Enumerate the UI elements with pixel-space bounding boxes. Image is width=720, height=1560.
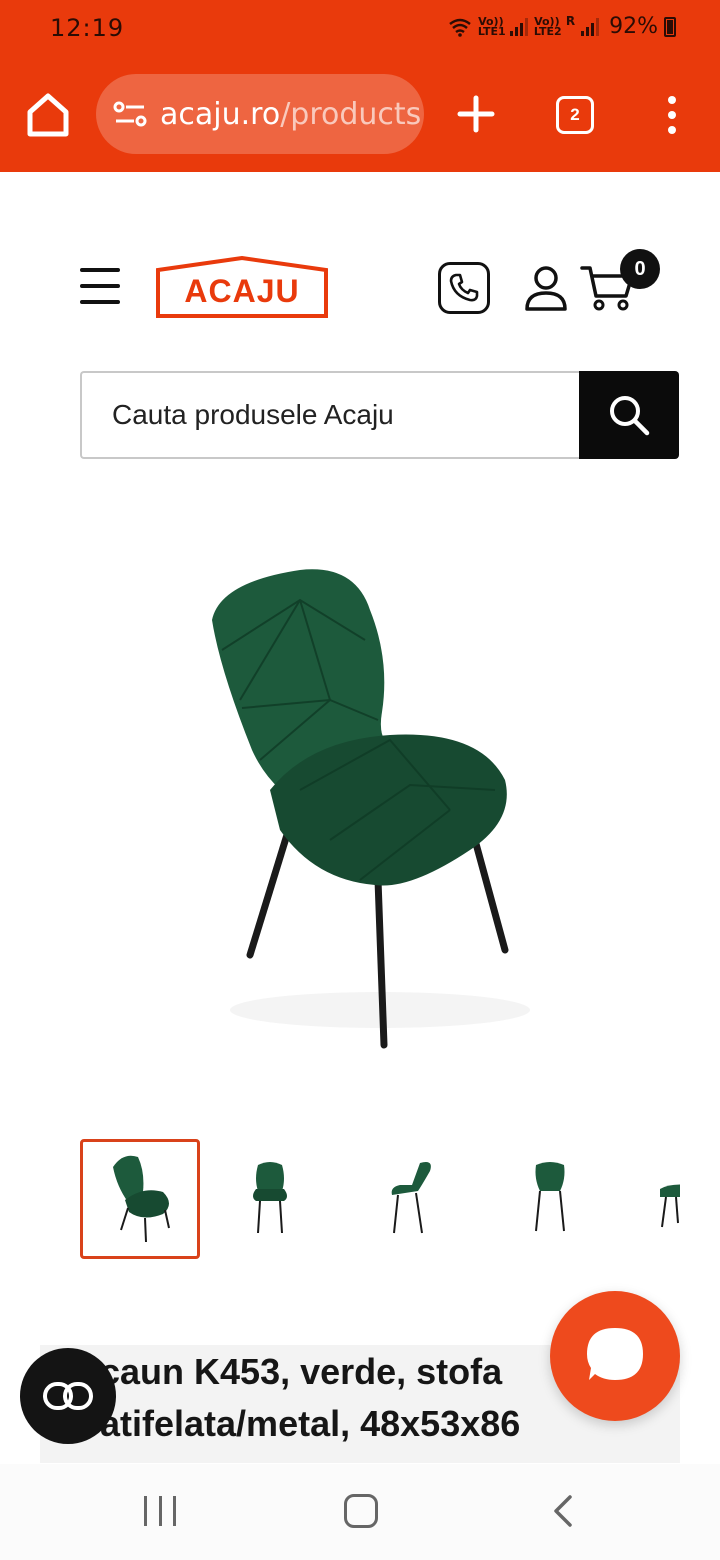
- status-icons: Vo)) LTE1 Vo)) LTE2 R 92%: [448, 14, 676, 39]
- chat-button[interactable]: [550, 1291, 680, 1421]
- tab-switcher-button[interactable]: 2: [556, 96, 594, 134]
- sim2-label: Vo)) LTE2: [533, 14, 562, 38]
- plus-icon: [457, 95, 495, 133]
- cart-count-badge: 0: [620, 249, 660, 289]
- back-button[interactable]: [548, 1494, 578, 1528]
- phone-icon: [449, 273, 479, 302]
- phone-button[interactable]: [438, 262, 490, 314]
- reader-mode-icon: [43, 1382, 93, 1410]
- thumbnail-2[interactable]: [210, 1139, 330, 1259]
- url-host: acaju.ro: [160, 96, 281, 132]
- site-logo[interactable]: ACAJU: [156, 256, 328, 318]
- roaming-indicator: R: [565, 14, 576, 28]
- url-text: acaju.ro/products: [160, 97, 420, 132]
- logo-text: ACAJU: [184, 273, 300, 309]
- status-time: 12:19: [50, 14, 125, 42]
- search-input[interactable]: [80, 371, 580, 459]
- hamburger-icon[interactable]: [80, 268, 120, 304]
- user-icon: [525, 266, 567, 311]
- thumbnail-5[interactable]: [630, 1139, 680, 1259]
- sim1-label: Vo)) LTE1: [477, 14, 506, 38]
- url-path: /products: [280, 96, 420, 132]
- product-main-image[interactable]: [150, 540, 570, 1080]
- battery-percent: 92%: [609, 14, 658, 39]
- thumbnail-3[interactable]: [350, 1139, 470, 1259]
- home-icon: [27, 93, 69, 137]
- system-home-button[interactable]: [344, 1494, 378, 1528]
- reader-mode-button[interactable]: [20, 1348, 116, 1444]
- address-bar[interactable]: acaju.ro/products: [96, 74, 424, 154]
- browser-home-button[interactable]: [22, 90, 74, 140]
- thumbnail-1[interactable]: [80, 1139, 200, 1259]
- search-button[interactable]: [579, 371, 679, 459]
- search-icon: [610, 396, 650, 436]
- thumbnail-4[interactable]: [490, 1139, 610, 1259]
- back-icon: [554, 1495, 572, 1527]
- browser-chrome: 12:19 Vo)) LTE1 Vo)) LTE2 R 92% acaju.ro…: [0, 0, 720, 172]
- more-vertical-icon[interactable]: [660, 96, 684, 134]
- wifi-icon: [449, 18, 471, 37]
- chat-bubble-icon: [587, 1328, 643, 1380]
- signal-icon: [509, 17, 528, 36]
- signal-icon: [581, 17, 600, 36]
- tune-icon[interactable]: [112, 99, 148, 129]
- account-button[interactable]: [524, 264, 568, 312]
- battery-icon: [664, 16, 676, 37]
- product-title: caun K453, verde, stofa atifelata/metal,…: [100, 1351, 521, 1444]
- new-tab-button[interactable]: [456, 94, 496, 134]
- recents-button[interactable]: [144, 1496, 176, 1526]
- thumbnail-strip: [80, 1139, 680, 1259]
